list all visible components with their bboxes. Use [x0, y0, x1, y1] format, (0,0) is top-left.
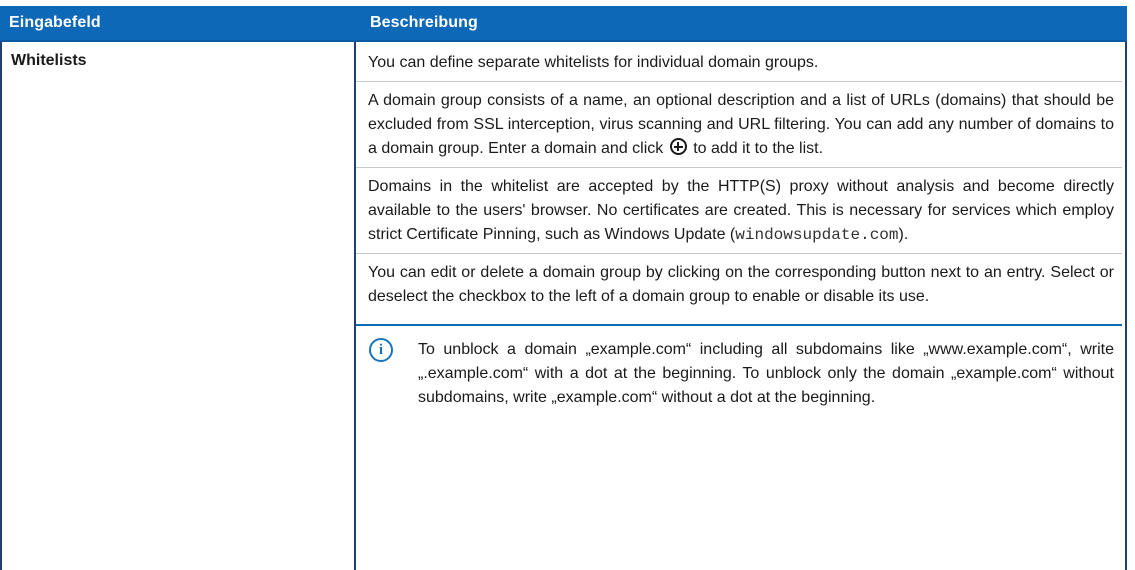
table-row: Whitelists You can define separate white… [0, 42, 1127, 570]
description-paragraph-4: You can edit or delete a domain group by… [368, 264, 1114, 305]
paragraph-2-text-end: to add it to the list. [693, 140, 824, 157]
description-paragraph-2: A domain group consists of a name, an op… [356, 82, 1122, 168]
paragraph-3-text-end: ). [898, 226, 909, 243]
note-text: To unblock a domain „example.com“ includ… [418, 341, 1114, 406]
description-paragraph-3: Domains in the whitelist are accepted by… [356, 168, 1122, 254]
header-input-field: Eingabefeld [9, 14, 101, 31]
header-description: Beschreibung [370, 14, 478, 31]
code-domain: windowsupdate.com [735, 226, 899, 244]
description-cell: You can define separate whitelists for i… [356, 42, 1127, 570]
table-header-row: Eingabefeld Beschreibung [0, 6, 1127, 42]
field-name: Whitelists [11, 52, 87, 69]
info-note: i To unblock a domain „example.com“ incl… [356, 324, 1122, 410]
parameter-table: Eingabefeld Beschreibung Whitelists You … [0, 6, 1127, 570]
info-icon: i [369, 338, 393, 362]
description-paragraph-1: You can define separate whitelists for i… [356, 42, 1122, 82]
plus-circle-icon [669, 138, 687, 155]
field-name-cell: Whitelists [0, 42, 356, 570]
